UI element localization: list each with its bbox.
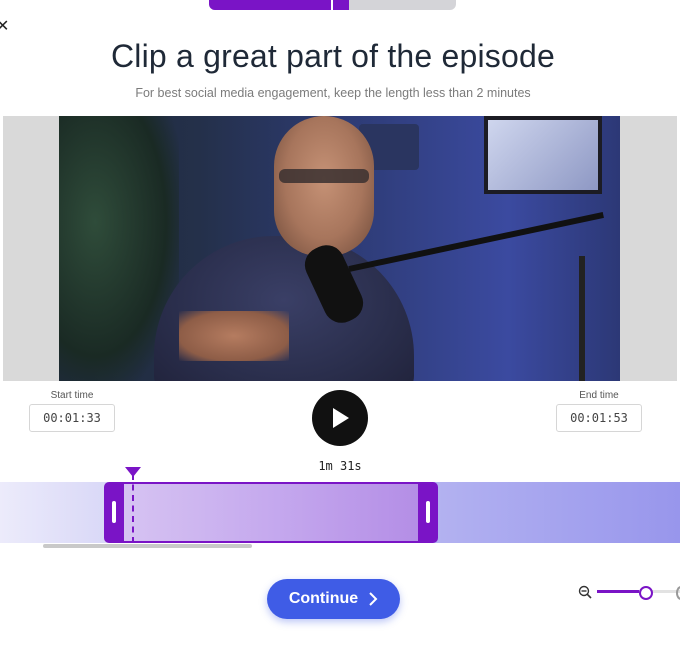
end-time-input[interactable]: 00:01:53 xyxy=(556,404,642,432)
chevron-right-icon xyxy=(369,592,378,606)
page-title: Clip a great part of the episode xyxy=(110,38,555,74)
playhead-marker-icon[interactable] xyxy=(125,467,141,477)
play-icon xyxy=(333,408,349,428)
clip-start-handle[interactable] xyxy=(104,482,124,543)
step-progress-fill xyxy=(209,0,349,10)
page-subtitle: For best social media engagement, keep t… xyxy=(135,86,531,100)
clip-end-handle[interactable] xyxy=(418,482,438,543)
timeline-scrollbar[interactable] xyxy=(43,544,252,548)
close-icon[interactable]: ✕ xyxy=(0,18,10,36)
clip-selection-range[interactable] xyxy=(104,482,438,543)
end-time-label: End time xyxy=(579,390,619,401)
step-progress-divider xyxy=(331,0,333,10)
video-person-head xyxy=(274,116,374,256)
start-time-label: Start time xyxy=(50,390,94,401)
video-person-sunglasses xyxy=(279,169,369,183)
video-background-frame xyxy=(484,116,602,194)
video-mic-stand xyxy=(579,256,585,381)
continue-button-label: Continue xyxy=(288,590,359,607)
start-handle-grip xyxy=(112,501,116,523)
zoom-slider-thumb[interactable] xyxy=(639,586,653,600)
zoom-slider-fill xyxy=(597,590,639,593)
video-player[interactable] xyxy=(3,116,677,381)
video-mic-arm xyxy=(348,212,604,272)
start-time-input[interactable]: 00:01:33 xyxy=(29,404,115,432)
playhead-time: 1m 31s xyxy=(318,459,362,473)
play-button[interactable] xyxy=(312,390,368,446)
end-handle-grip xyxy=(426,501,430,523)
video-preview[interactable] xyxy=(59,116,620,381)
zoom-out-icon[interactable] xyxy=(578,585,592,599)
continue-button[interactable]: Continue xyxy=(267,579,400,619)
zoom-slider-end-marker xyxy=(676,586,680,600)
playhead-line[interactable] xyxy=(132,474,134,543)
video-person-hands xyxy=(179,311,289,361)
step-progress-bar xyxy=(209,0,456,10)
